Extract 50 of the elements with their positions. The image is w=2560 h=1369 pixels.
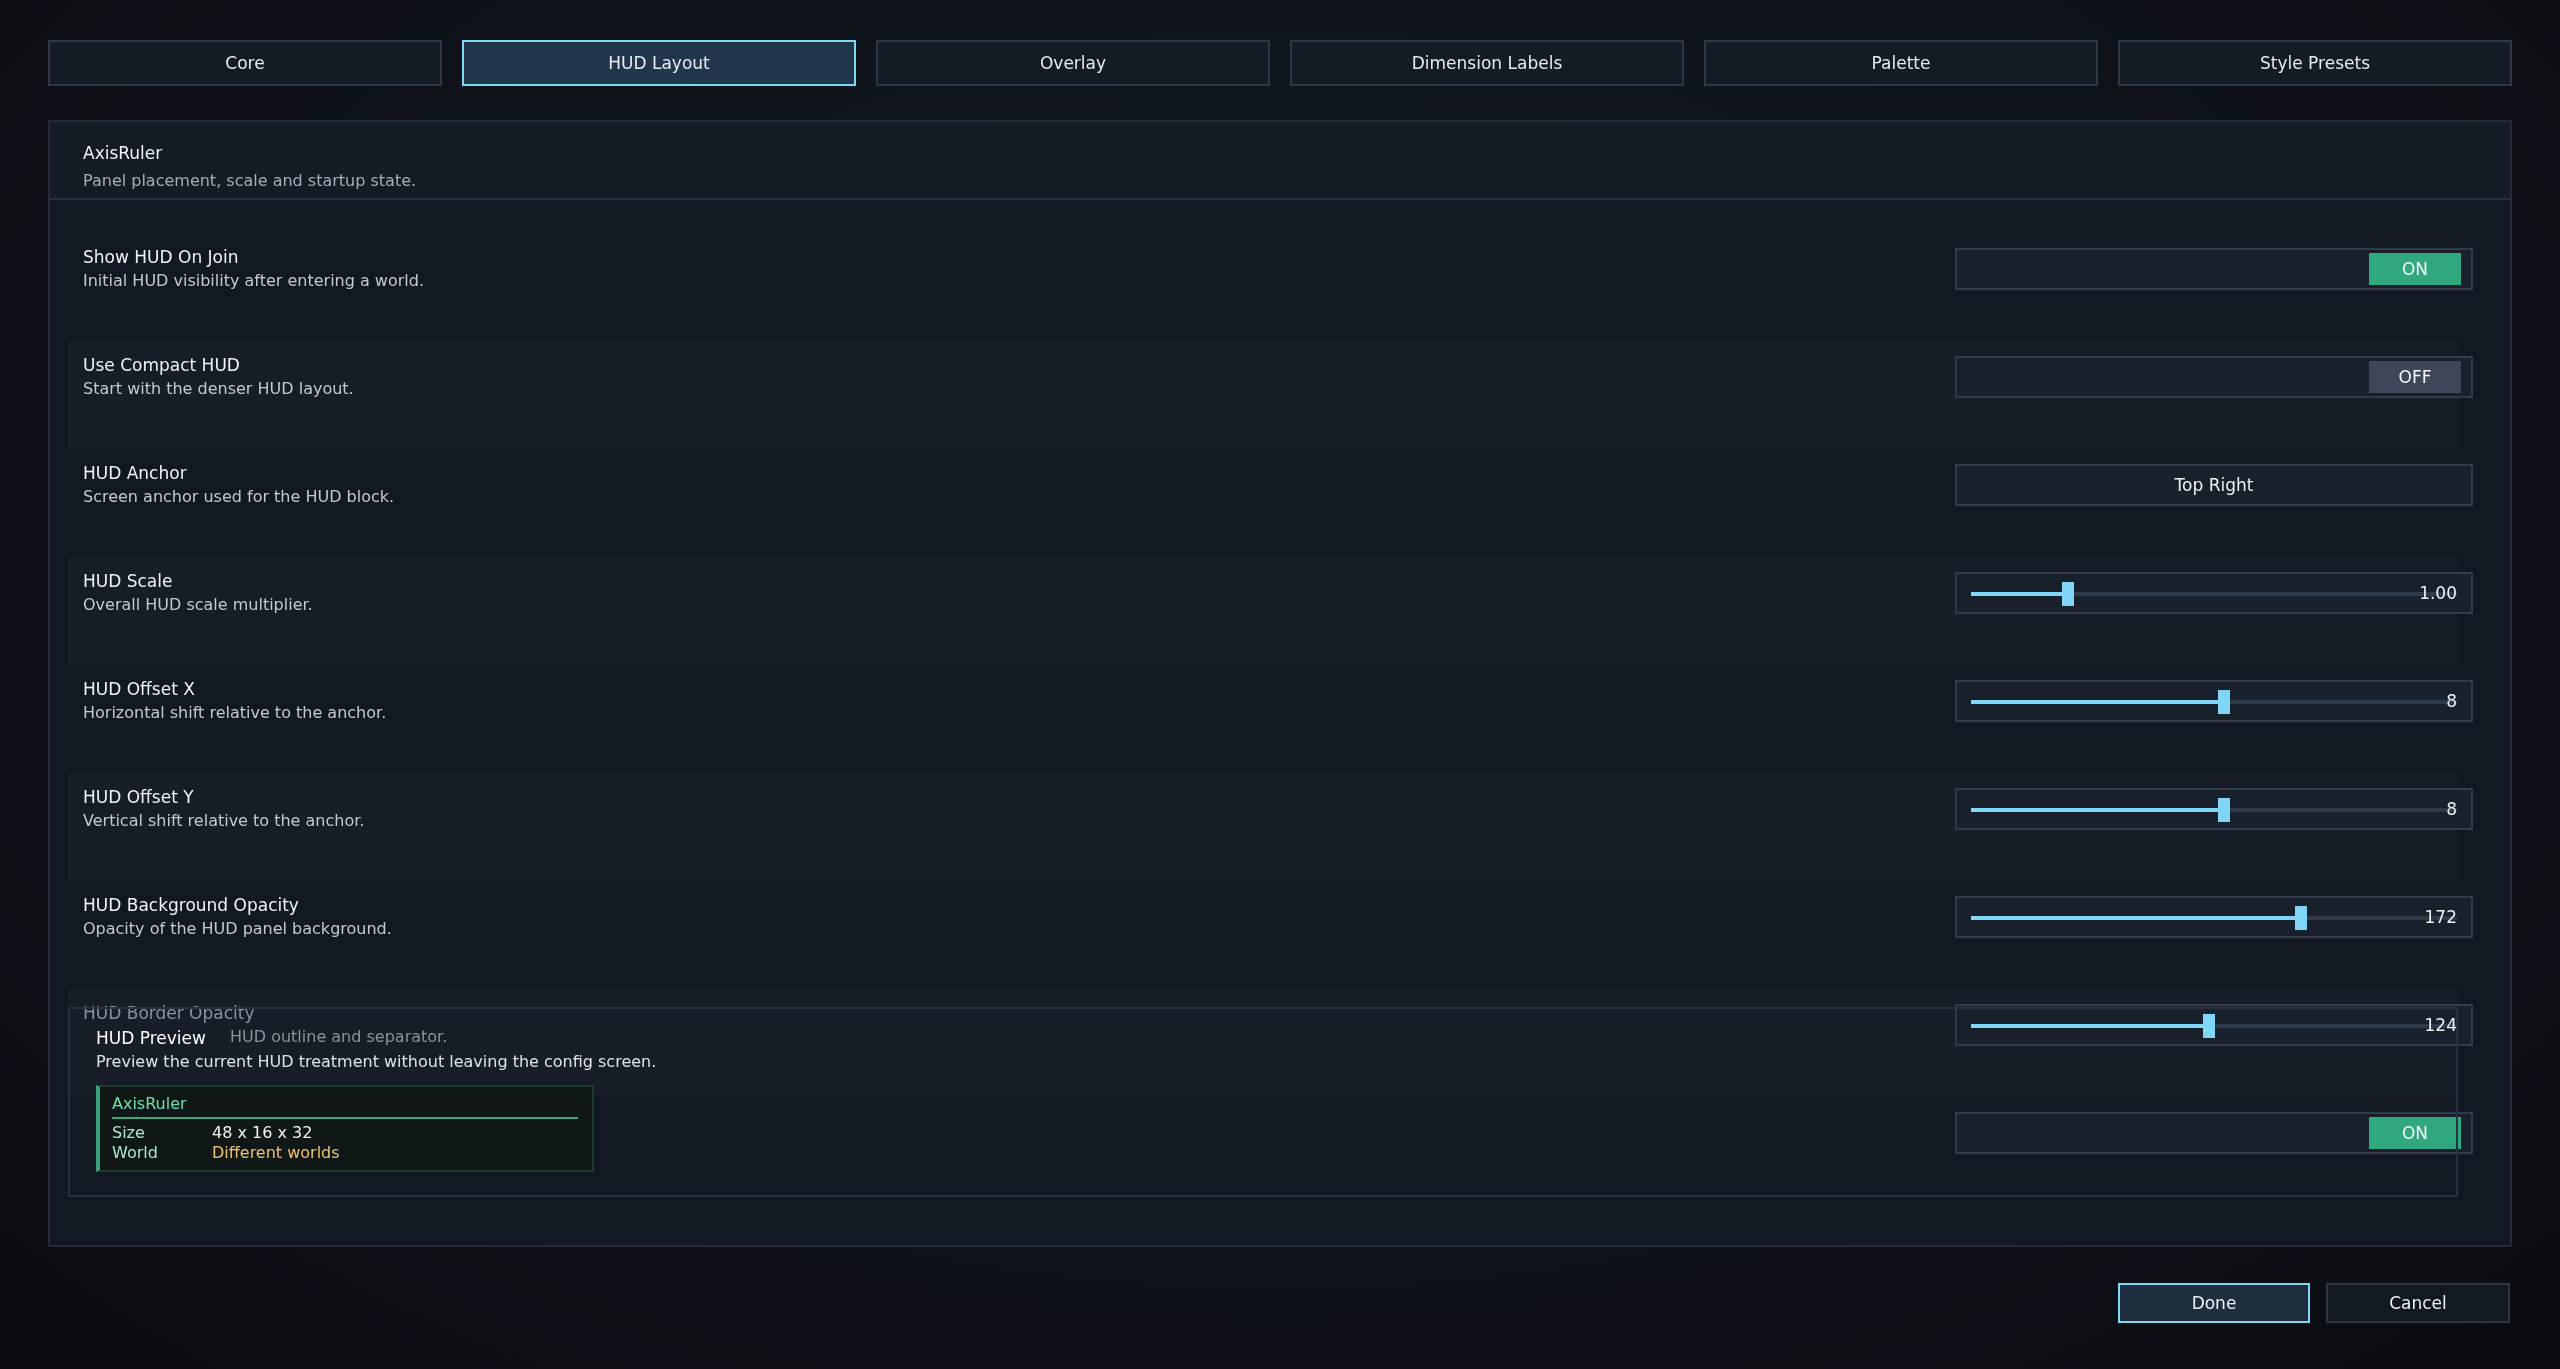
- section-title: AxisRuler: [83, 142, 164, 164]
- slider-handle[interactable]: [2062, 582, 2075, 606]
- dialog-button[interactable]: Cancel: [2326, 1283, 2510, 1323]
- hud-value: 48 x 16 x 32: [212, 1123, 313, 1143]
- dialog-button[interactable]: Done: [2118, 1283, 2310, 1323]
- tab[interactable]: Core: [48, 40, 442, 86]
- setting-title: HUD Offset Y: [83, 786, 195, 808]
- tab[interactable]: HUD Layout: [462, 40, 856, 86]
- hud-label: Size: [112, 1123, 146, 1143]
- toggle-field[interactable]: OFF: [1955, 356, 2473, 398]
- slider-field[interactable]: 1.00: [1955, 572, 2473, 614]
- hud-label: World: [112, 1143, 159, 1163]
- setting-title: HUD Scale: [83, 570, 174, 592]
- slider-handle[interactable]: [2295, 906, 2308, 930]
- setting-description: Opacity of the HUD panel background.: [83, 918, 392, 940]
- section-description: Panel placement, scale and startup state.: [83, 170, 418, 192]
- slider-value: 8: [2446, 690, 2457, 712]
- tab[interactable]: Dimension Labels: [1290, 40, 1684, 86]
- tab[interactable]: Palette: [1704, 40, 2098, 86]
- setting-title: Use Compact HUD: [83, 354, 241, 376]
- setting-description: Start with the denser HUD layout.: [83, 378, 354, 400]
- slider-value: 8: [2446, 798, 2457, 820]
- slider-handle[interactable]: [2217, 690, 2230, 714]
- slider-value: 1.00: [2419, 582, 2457, 604]
- toggle-switch[interactable]: OFF: [2369, 361, 2461, 393]
- hud-value: Different worlds: [212, 1143, 340, 1163]
- preview-title: HUD Preview: [96, 1027, 206, 1049]
- setting-description: Screen anchor used for the HUD block.: [83, 486, 395, 508]
- setting-description: Vertical shift relative to the anchor.: [83, 810, 365, 832]
- slider-field[interactable]: 124: [1955, 1004, 2473, 1046]
- setting-description: Overall HUD scale multiplier.: [83, 594, 313, 616]
- setting-title: HUD Offset X: [83, 678, 196, 700]
- tab[interactable]: Overlay: [876, 40, 1270, 86]
- cycle-button[interactable]: Top Right: [1955, 464, 2473, 506]
- setting-description: Horizontal shift relative to the anchor.: [83, 702, 387, 724]
- tab[interactable]: Style Presets: [2118, 40, 2512, 86]
- setting-description: Initial HUD visibility after entering a world.: [83, 270, 424, 292]
- setting-title: HUD Anchor: [83, 462, 188, 484]
- slider-field[interactable]: 8: [1955, 788, 2473, 830]
- setting-title: HUD Background Opacity: [83, 894, 300, 916]
- preview-description: Preview the current HUD treatment without leaving the config screen.: [96, 1051, 658, 1073]
- hud-title: AxisRuler: [112, 1095, 187, 1113]
- slider-handle[interactable]: [2217, 798, 2230, 822]
- slider-value: 124: [2424, 1014, 2457, 1036]
- slider-value: 172: [2424, 906, 2457, 928]
- slider-field[interactable]: 8: [1955, 680, 2473, 722]
- setting-title: Show HUD On Join: [83, 246, 240, 268]
- slider-field[interactable]: 172: [1955, 896, 2473, 938]
- setting-description: HUD outline and separator.: [230, 1026, 448, 1048]
- slider-handle[interactable]: [2203, 1014, 2216, 1038]
